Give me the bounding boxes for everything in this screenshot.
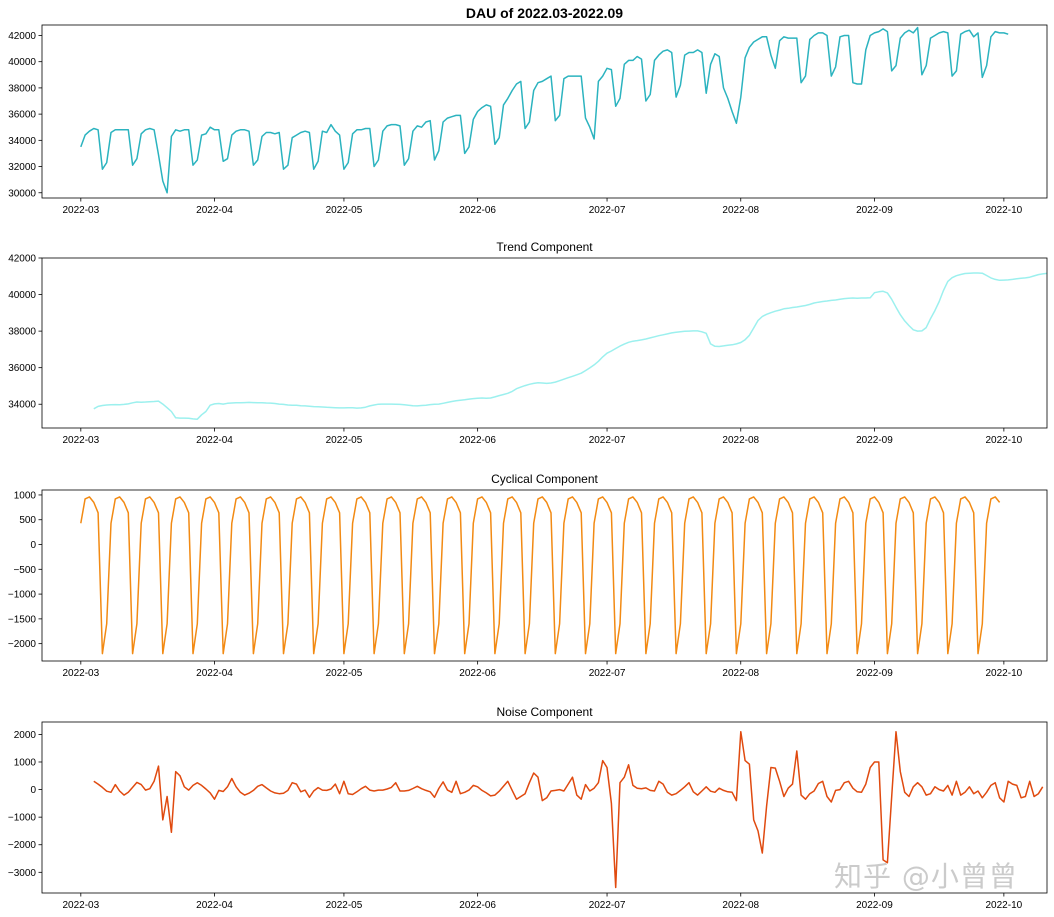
y-tick-label: 1000 [14,757,37,768]
x-tick-label: 2022-03 [62,900,99,911]
decomposition-figure: DAU of 2022.03-2022.09 2022-03 2022-04 2022… [8,5,1048,911]
y-tick-label: 2000 [14,730,37,741]
x-tick-label: 2022-08 [722,668,759,679]
x-tick-label: 2022-03 [62,435,99,446]
y-tick-label: 38000 [8,83,36,94]
x-tick-label: 2022-07 [589,435,626,446]
series-line [80,26,1009,194]
x-tick-label: 2022-05 [326,900,363,911]
y-tick-label: 34000 [8,400,36,411]
x-tick-label: 2022-08 [722,205,759,216]
y-tick-label: 34000 [8,136,36,147]
y-tick-label: 32000 [8,162,36,173]
x-tick-label: 2022-09 [856,900,893,911]
x-tick-label: 2022-07 [589,900,626,911]
y-tick-label: −500 [13,565,36,576]
x-tick-label: 2022-08 [722,900,759,911]
x-tick-label: 2022-08 [722,435,759,446]
y-tick-label: 42000 [8,31,36,42]
y-tick-label: 42000 [8,254,36,265]
panel-trend: Trend Component 2022-03 2022-04 2022-05 2022… [8,240,1048,446]
x-tick-label: 2022-05 [326,205,363,216]
chart-title: Noise Component [496,705,593,719]
y-tick-label: 0 [30,540,36,551]
series-line [80,496,1001,655]
x-tick-label: 2022-09 [856,435,893,446]
x-tick-label: 2022-07 [589,205,626,216]
y-tick-label: −3000 [8,868,37,879]
y-tick-label: 38000 [8,327,36,338]
panel-dau: DAU of 2022.03-2022.09 2022-03 2022-04 2022… [8,5,1048,216]
x-tick-label: 2022-04 [196,435,233,446]
chart-title: DAU of 2022.03-2022.09 [466,5,623,21]
x-tick-label: 2022-04 [196,668,233,679]
axes-frame [41,24,1048,199]
y-tick-label: −2000 [8,639,37,650]
y-tick-label: −1000 [8,590,37,601]
chart-title: Trend Component [496,240,593,254]
x-tick-label: 2022-10 [986,668,1023,679]
panel-cyclical: Cyclical Component 2022-03 2022-04 2022-05 2… [8,472,1048,679]
x-tick-label: 2022-05 [326,668,363,679]
x-tick-label: 2022-09 [856,205,893,216]
y-tick-label: 30000 [8,188,36,199]
x-tick-label: 2022-09 [856,668,893,679]
y-tick-label: 0 [30,785,36,796]
y-tick-label: 40000 [8,290,36,301]
x-tick-label: 2022-06 [459,900,496,911]
chart-title: Cyclical Component [491,472,598,486]
y-tick-label: −2000 [8,840,37,851]
y-tick-label: 36000 [8,110,36,121]
y-tick-label: 500 [19,515,36,526]
series-line [93,272,1047,420]
x-tick-label: 2022-10 [986,900,1023,911]
y-tick-label: 36000 [8,363,36,374]
x-tick-label: 2022-06 [459,668,496,679]
x-tick-label: 2022-03 [62,205,99,216]
axes-frame [41,257,1048,429]
y-tick-label: 1000 [14,490,37,501]
x-tick-label: 2022-04 [196,205,233,216]
x-tick-label: 2022-10 [986,435,1023,446]
x-tick-label: 2022-05 [326,435,363,446]
y-tick-label: 40000 [8,57,36,68]
y-tick-label: −1500 [8,614,37,625]
x-tick-label: 2022-10 [986,205,1023,216]
x-tick-label: 2022-06 [459,435,496,446]
x-tick-label: 2022-06 [459,205,496,216]
x-tick-label: 2022-04 [196,900,233,911]
x-tick-label: 2022-03 [62,668,99,679]
y-tick-label: −1000 [8,813,37,824]
x-tick-label: 2022-07 [589,668,626,679]
watermark-text: 知乎 @小曾曾 [834,860,1018,893]
